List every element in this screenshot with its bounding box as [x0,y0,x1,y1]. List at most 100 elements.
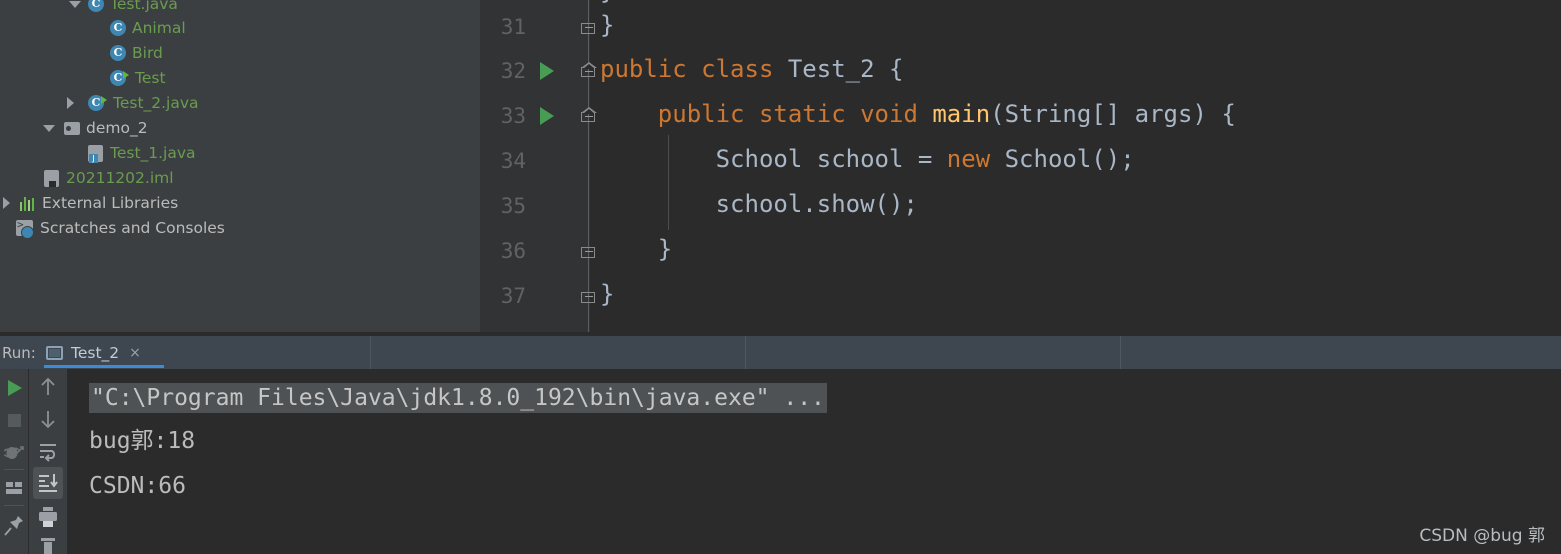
fold-connector-line [588,0,589,332]
code-keyword: void [860,100,918,128]
tree-item-label: Test [135,69,166,87]
line-number: 33 [500,104,526,128]
console-line: bug郭:18 [89,428,196,454]
debug-button[interactable] [0,437,28,467]
trash-icon [41,538,55,554]
printer-icon [39,507,57,527]
tree-item-label: 20211202.iml [66,169,174,187]
code-method-name: main [932,100,991,128]
run-tab-active-indicator [44,365,164,368]
tree-item-label: Animal [132,19,186,37]
clear-all-button[interactable] [33,533,63,554]
pin-button[interactable] [0,511,28,541]
project-tool-window[interactable]: C Test.java C Animal C Bird C Test C Tes… [0,0,480,332]
code-keyword: class [701,55,774,83]
chevron-right-icon[interactable] [64,96,78,110]
tree-item-label: External Libraries [42,194,179,212]
tree-item-external-libraries[interactable]: External Libraries [0,191,480,216]
layout-icon [6,482,22,494]
tree-item-label: Test_2.java [113,94,199,112]
scroll-to-end-icon [39,474,58,492]
java-file-icon [88,145,103,163]
tree-item-label: Scratches and Consoles [40,219,225,237]
fold-marker[interactable] [581,62,597,78]
tree-item-label: demo_2 [86,119,148,137]
run-tool-window-header: Run: Test_2 × [0,335,1561,370]
down-button[interactable] [33,403,63,435]
toolbar-separator [4,505,24,506]
stop-button[interactable] [0,405,28,435]
tree-item-bird[interactable]: C Bird [0,41,480,66]
iml-file-icon [44,170,59,187]
fold-marker[interactable] [581,20,597,36]
class-icon: C [110,20,126,36]
soft-wrap-icon [40,444,56,462]
run-configuration-icon [46,346,63,360]
line-number: 31 [500,15,526,39]
header-divider [370,336,371,370]
run-toolbar-primary [0,369,28,554]
tree-item-scratches-and-consoles[interactable]: Scratches and Consoles [0,216,480,241]
class-runnable-icon: C [88,95,107,111]
run-toolbar-console [29,369,67,554]
fold-marker[interactable] [581,107,597,123]
code-keyword: new [946,145,991,173]
line-number: 36 [500,239,526,263]
header-divider [745,336,746,370]
code-var: school = [802,145,947,173]
code-punct: } [657,235,673,263]
code-line-31: } [600,11,615,39]
watermark: CSDN @bug 郭 [1419,526,1545,546]
run-tool-window: Run: Test_2 × "C:\Program Files\Java\jdk… [0,332,1561,554]
fold-marker[interactable] [581,289,597,305]
soft-wrap-button[interactable] [33,435,63,467]
rerun-button[interactable] [0,373,28,403]
library-icon [20,196,36,211]
code-params: (String[] args) { [990,100,1236,128]
chevron-right-icon[interactable] [0,196,14,210]
header-divider [1120,336,1121,370]
line-number: 37 [500,284,526,308]
class-icon: C [88,0,104,12]
tree-item-iml-file[interactable]: 20211202.iml [0,166,480,191]
folder-icon [64,122,80,135]
tree-item-test-java[interactable]: C Test.java [0,0,480,17]
code-keyword: public [600,55,687,83]
bug-icon [3,446,24,459]
code-ctor: School(); [990,145,1135,173]
code-line-34: School school = new School(); [600,146,1135,172]
code-line-33: public static void main(String[] args) { [600,101,1236,127]
chevron-down-icon[interactable] [42,121,56,135]
run-gutter-icon[interactable] [540,62,554,80]
tree-item-demo2[interactable]: demo_2 [0,116,480,141]
code-line-32: public class Test_2 { [600,56,903,82]
pin-icon [4,516,23,536]
code-punct: { [889,55,904,83]
tree-item-label: Test_1.java [110,144,196,162]
run-gutter-icon[interactable] [540,107,554,125]
line-number: 32 [500,59,526,83]
layout-button[interactable] [0,473,28,503]
code-keyword: static [758,100,846,128]
close-icon[interactable]: × [129,345,141,361]
scroll-to-end-button[interactable] [33,467,63,499]
up-button[interactable] [33,371,63,403]
tree-item-test1-java[interactable]: Test_1.java [0,141,480,166]
console-line: CSDN:66 [89,473,186,499]
tree-item-animal[interactable]: C Animal [0,16,480,41]
tree-item-test2-java[interactable]: C Test_2.java [0,91,480,116]
fold-marker[interactable] [581,244,597,260]
tree-item-label: Bird [132,44,163,62]
console-output[interactable]: "C:\Program Files\Java\jdk1.8.0_192\bin\… [68,369,1561,554]
code-punct: } [600,280,615,308]
run-tab-label: Test_2 [71,344,120,362]
print-button[interactable] [33,501,63,533]
arrow-up-icon [41,377,55,395]
line-number: 35 [500,194,526,218]
class-runnable-icon: C [110,70,129,86]
code-editor[interactable]: } 31 } 32 public class Test_2 { 33 publi… [480,0,1561,332]
arrow-down-icon [41,411,55,429]
tree-item-test[interactable]: C Test [0,66,480,91]
chevron-down-icon[interactable] [68,0,82,11]
code-line-37: } [600,281,614,307]
